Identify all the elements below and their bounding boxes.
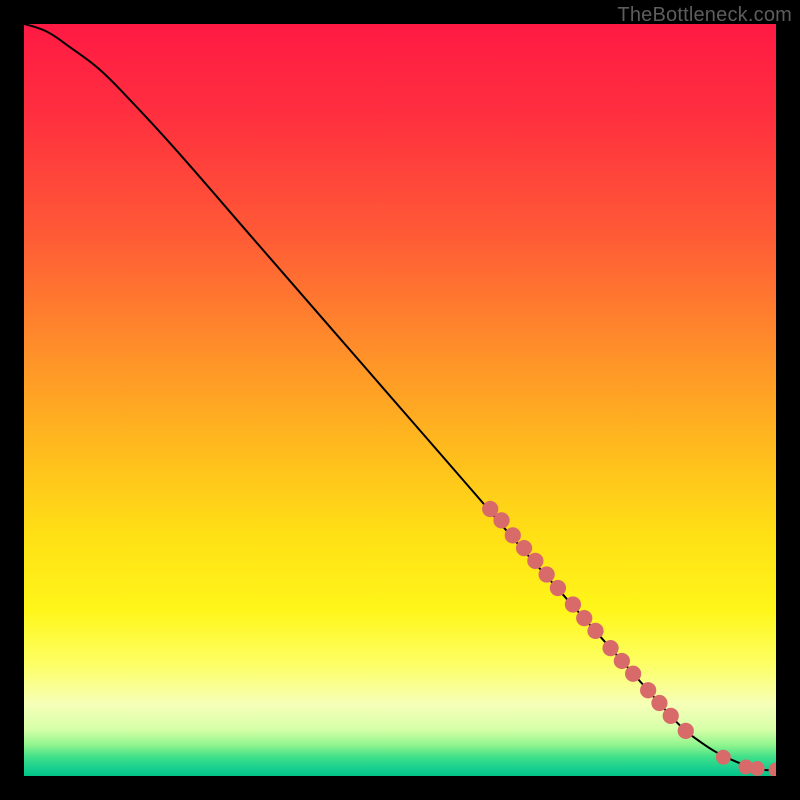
data-marker [678,723,694,739]
data-marker [602,640,618,656]
data-marker [663,708,679,724]
data-marker [651,695,667,711]
data-marker [516,540,532,556]
data-marker [614,653,630,669]
data-marker [625,666,641,682]
data-marker [527,553,543,569]
chart-stage: TheBottleneck.com [0,0,800,800]
data-marker [576,610,592,626]
data-marker [716,750,731,765]
data-marker [565,596,581,612]
data-marker [750,761,765,776]
gradient-background [24,24,776,776]
data-marker [505,527,521,543]
data-marker [493,512,509,528]
data-marker [550,580,566,596]
plot-svg [24,24,776,776]
plot-area [24,24,776,776]
data-marker [640,682,656,698]
data-marker [587,623,603,639]
attribution-label: TheBottleneck.com [617,4,792,27]
data-marker [539,566,555,582]
